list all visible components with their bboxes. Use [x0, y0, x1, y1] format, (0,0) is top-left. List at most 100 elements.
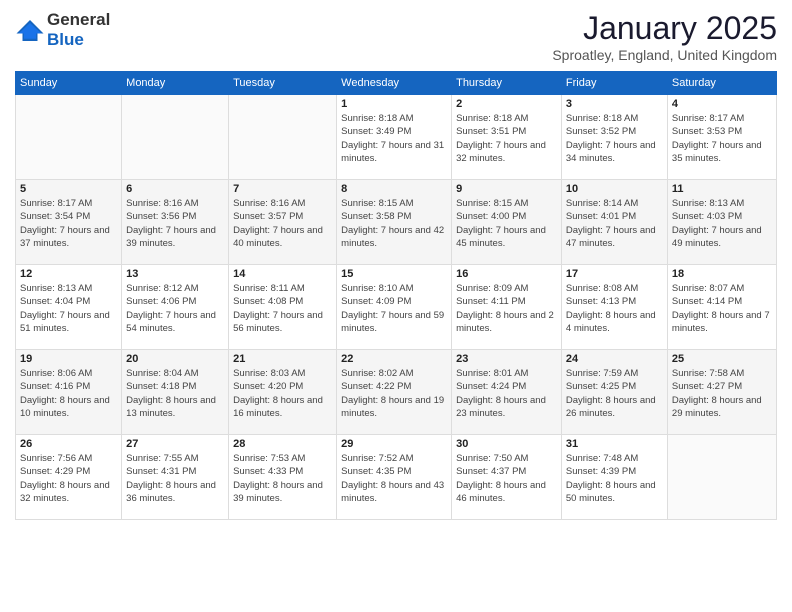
day-number: 31: [566, 438, 663, 450]
day-number: 9: [456, 183, 557, 195]
calendar-cell: 15 Sunrise: 8:10 AMSunset: 4:09 PMDayligh…: [337, 265, 452, 350]
logo: General Blue: [15, 10, 110, 50]
day-info: Sunrise: 7:53 AMSunset: 4:33 PMDaylight:…: [233, 452, 332, 505]
calendar-cell: 16 Sunrise: 8:09 AMSunset: 4:11 PMDayligh…: [452, 265, 562, 350]
week-row-1: 1 Sunrise: 8:18 AMSunset: 3:49 PMDaylight…: [16, 95, 777, 180]
day-number: 3: [566, 98, 663, 110]
calendar-table: SundayMondayTuesdayWednesdayThursdayFrid…: [15, 71, 777, 520]
calendar-cell: 5 Sunrise: 8:17 AMSunset: 3:54 PMDaylight…: [16, 180, 122, 265]
week-row-4: 19 Sunrise: 8:06 AMSunset: 4:16 PMDayligh…: [16, 350, 777, 435]
day-info: Sunrise: 8:18 AMSunset: 3:49 PMDaylight:…: [341, 112, 447, 165]
day-info: Sunrise: 8:13 AMSunset: 4:03 PMDaylight:…: [672, 197, 772, 250]
col-header-thursday: Thursday: [452, 72, 562, 95]
day-number: 25: [672, 353, 772, 365]
day-number: 16: [456, 268, 557, 280]
calendar-header-row: SundayMondayTuesdayWednesdayThursdayFrid…: [16, 72, 777, 95]
day-info: Sunrise: 8:07 AMSunset: 4:14 PMDaylight:…: [672, 282, 772, 335]
day-number: 23: [456, 353, 557, 365]
calendar-cell: 6 Sunrise: 8:16 AMSunset: 3:56 PMDaylight…: [122, 180, 229, 265]
location: Sproatley, England, United Kingdom: [552, 47, 777, 63]
day-number: 17: [566, 268, 663, 280]
day-info: Sunrise: 8:15 AMSunset: 4:00 PMDaylight:…: [456, 197, 557, 250]
day-number: 5: [20, 183, 117, 195]
calendar-cell: 2 Sunrise: 8:18 AMSunset: 3:51 PMDaylight…: [452, 95, 562, 180]
calendar-cell: 4Sunrise: 8:17 AMSunset: 3:53 PMDaylight…: [667, 95, 776, 180]
calendar-cell: 21 Sunrise: 8:03 AMSunset: 4:20 PMDayligh…: [229, 350, 337, 435]
day-info: Sunrise: 8:15 AMSunset: 3:58 PMDaylight:…: [341, 197, 447, 250]
day-number: 20: [126, 353, 224, 365]
calendar-cell: 28 Sunrise: 7:53 AMSunset: 4:33 PMDayligh…: [229, 435, 337, 520]
col-header-tuesday: Tuesday: [229, 72, 337, 95]
col-header-wednesday: Wednesday: [337, 72, 452, 95]
calendar-cell: 10 Sunrise: 8:14 AMSunset: 4:01 PMDayligh…: [561, 180, 667, 265]
calendar-cell: 31 Sunrise: 7:48 AMSunset: 4:39 PMDayligh…: [561, 435, 667, 520]
day-info: Sunrise: 8:11 AMSunset: 4:08 PMDaylight:…: [233, 282, 332, 335]
day-info: Sunrise: 8:16 AMSunset: 3:56 PMDaylight:…: [126, 197, 224, 250]
col-header-friday: Friday: [561, 72, 667, 95]
day-number: 11: [672, 183, 772, 195]
day-number: 2: [456, 98, 557, 110]
col-header-monday: Monday: [122, 72, 229, 95]
day-number: 28: [233, 438, 332, 450]
calendar-cell: 25 Sunrise: 7:58 AMSunset: 4:27 PMDayligh…: [667, 350, 776, 435]
day-info: Sunrise: 7:48 AMSunset: 4:39 PMDaylight:…: [566, 452, 663, 505]
col-header-saturday: Saturday: [667, 72, 776, 95]
logo-icon: [15, 18, 45, 43]
day-number: 21: [233, 353, 332, 365]
day-number: 6: [126, 183, 224, 195]
calendar-cell: 30Sunrise: 7:50 AMSunset: 4:37 PMDayligh…: [452, 435, 562, 520]
calendar-cell: 26 Sunrise: 7:56 AMSunset: 4:29 PMDayligh…: [16, 435, 122, 520]
calendar-cell: 9 Sunrise: 8:15 AMSunset: 4:00 PMDaylight…: [452, 180, 562, 265]
day-info: Sunrise: 8:04 AMSunset: 4:18 PMDaylight:…: [126, 367, 224, 420]
calendar-cell: 22 Sunrise: 8:02 AMSunset: 4:22 PMDayligh…: [337, 350, 452, 435]
day-number: 26: [20, 438, 117, 450]
calendar-cell: [667, 435, 776, 520]
day-info: Sunrise: 8:12 AMSunset: 4:06 PMDaylight:…: [126, 282, 224, 335]
calendar-cell: 13 Sunrise: 8:12 AMSunset: 4:06 PMDayligh…: [122, 265, 229, 350]
day-info: Sunrise: 8:02 AMSunset: 4:22 PMDaylight:…: [341, 367, 447, 420]
day-info: Sunrise: 8:17 AMSunset: 3:53 PMDaylight:…: [672, 112, 772, 165]
page-header: General Blue January 2025 Sproatley, Eng…: [15, 10, 777, 63]
calendar-cell: [229, 95, 337, 180]
day-info: Sunrise: 8:18 AMSunset: 3:51 PMDaylight:…: [456, 112, 557, 165]
day-info: Sunrise: 8:06 AMSunset: 4:16 PMDaylight:…: [20, 367, 117, 420]
title-section: January 2025 Sproatley, England, United …: [552, 10, 777, 63]
day-number: 1: [341, 98, 447, 110]
day-info: Sunrise: 8:09 AMSunset: 4:11 PMDaylight:…: [456, 282, 557, 335]
day-number: 19: [20, 353, 117, 365]
day-info: Sunrise: 7:56 AMSunset: 4:29 PMDaylight:…: [20, 452, 117, 505]
calendar-cell: 3 Sunrise: 8:18 AMSunset: 3:52 PMDaylight…: [561, 95, 667, 180]
calendar-cell: 24Sunrise: 7:59 AMSunset: 4:25 PMDayligh…: [561, 350, 667, 435]
week-row-5: 26 Sunrise: 7:56 AMSunset: 4:29 PMDayligh…: [16, 435, 777, 520]
day-number: 29: [341, 438, 447, 450]
day-info: Sunrise: 8:08 AMSunset: 4:13 PMDaylight:…: [566, 282, 663, 335]
day-info: Sunrise: 7:52 AMSunset: 4:35 PMDaylight:…: [341, 452, 447, 505]
week-row-3: 12Sunrise: 8:13 AMSunset: 4:04 PMDayligh…: [16, 265, 777, 350]
day-number: 13: [126, 268, 224, 280]
week-row-2: 5 Sunrise: 8:17 AMSunset: 3:54 PMDaylight…: [16, 180, 777, 265]
calendar-cell: 20 Sunrise: 8:04 AMSunset: 4:18 PMDayligh…: [122, 350, 229, 435]
day-info: Sunrise: 8:16 AMSunset: 3:57 PMDaylight:…: [233, 197, 332, 250]
day-number: 27: [126, 438, 224, 450]
day-number: 22: [341, 353, 447, 365]
day-info: Sunrise: 8:17 AMSunset: 3:54 PMDaylight:…: [20, 197, 117, 250]
day-info: Sunrise: 8:10 AMSunset: 4:09 PMDaylight:…: [341, 282, 447, 335]
day-info: Sunrise: 8:18 AMSunset: 3:52 PMDaylight:…: [566, 112, 663, 165]
day-number: 12: [20, 268, 117, 280]
day-info: Sunrise: 7:59 AMSunset: 4:25 PMDaylight:…: [566, 367, 663, 420]
calendar-cell: 14 Sunrise: 8:11 AMSunset: 4:08 PMDayligh…: [229, 265, 337, 350]
day-info: Sunrise: 8:14 AMSunset: 4:01 PMDaylight:…: [566, 197, 663, 250]
logo-text: General Blue: [47, 10, 110, 50]
day-number: 18: [672, 268, 772, 280]
calendar-cell: 18 Sunrise: 8:07 AMSunset: 4:14 PMDayligh…: [667, 265, 776, 350]
day-info: Sunrise: 7:58 AMSunset: 4:27 PMDaylight:…: [672, 367, 772, 420]
day-number: 10: [566, 183, 663, 195]
calendar-cell: 23 Sunrise: 8:01 AMSunset: 4:24 PMDayligh…: [452, 350, 562, 435]
day-number: 14: [233, 268, 332, 280]
day-info: Sunrise: 7:55 AMSunset: 4:31 PMDaylight:…: [126, 452, 224, 505]
day-info: Sunrise: 8:01 AMSunset: 4:24 PMDaylight:…: [456, 367, 557, 420]
calendar-cell: 11 Sunrise: 8:13 AMSunset: 4:03 PMDayligh…: [667, 180, 776, 265]
day-info: Sunrise: 8:03 AMSunset: 4:20 PMDaylight:…: [233, 367, 332, 420]
day-number: 7: [233, 183, 332, 195]
day-number: 15: [341, 268, 447, 280]
